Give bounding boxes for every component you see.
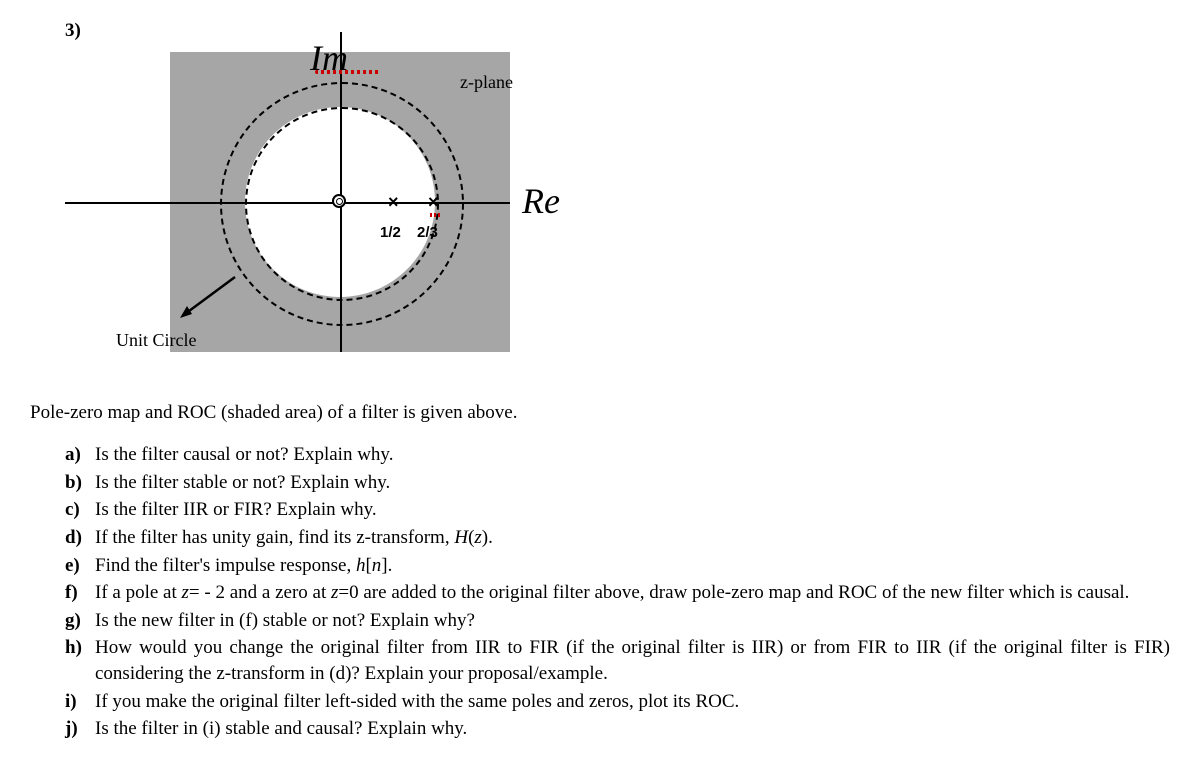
question-text: Is the filter in (i) stable and causal? … [95, 718, 467, 739]
question-list: a) Is the filter causal or not? Explain w… [65, 442, 1170, 742]
question-i: i) If you make the original filter left-s… [65, 689, 1170, 715]
question-d: d) If the filter has unity gain, find its… [65, 525, 1170, 551]
diagram-description: Pole-zero map and ROC (shaded area) of a… [30, 402, 1170, 424]
question-f: f) If a pole at z= - 2 and a zero at z=0 … [65, 580, 1170, 606]
question-letter: i) [65, 689, 77, 715]
real-axis-left [65, 202, 170, 204]
pole-label-two-thirds: 2/3 [417, 224, 438, 241]
question-j: j) Is the filter in (i) stable and causal… [65, 716, 1170, 742]
question-number: 3) [65, 20, 1170, 42]
zplane-label: z-plane [460, 72, 513, 93]
question-a: a) Is the filter causal or not? Explain w… [65, 442, 1170, 468]
question-letter: j) [65, 716, 78, 742]
question-letter: e) [65, 553, 80, 579]
question-text: Is the filter causal or not? Explain why… [95, 444, 393, 465]
im-text: Im [310, 38, 348, 78]
question-text: If a pole at z= - 2 and a zero at z=0 ar… [95, 582, 1129, 603]
question-letter: g) [65, 608, 81, 634]
pole-marker-2: × [428, 192, 439, 213]
unit-circle-label: Unit Circle [116, 330, 196, 351]
imaginary-axis-label: Im [310, 40, 380, 74]
question-text: How would you change the original filter… [95, 637, 1170, 684]
zero-at-origin-icon [332, 194, 346, 208]
question-h: h) How would you change the original filt… [65, 635, 1170, 686]
real-axis-label: Re [522, 180, 560, 222]
pole-label-half: 1/2 [380, 224, 401, 241]
question-letter: a) [65, 442, 81, 468]
imaginary-axis [340, 32, 342, 352]
question-b: b) Is the filter stable or not? Explain w… [65, 470, 1170, 496]
question-text: Is the filter IIR or FIR? Explain why. [95, 499, 377, 520]
question-letter: h) [65, 635, 82, 661]
question-text: If the filter has unity gain, find its z… [95, 527, 493, 548]
question-letter: f) [65, 580, 78, 606]
question-text: If you make the original filter left-sid… [95, 691, 739, 712]
unit-circle-arrow-icon [170, 272, 240, 322]
question-g: g) Is the new filter in (f) stable or not… [65, 608, 1170, 634]
pole-marker-1: × [388, 192, 399, 213]
question-c: c) Is the filter IIR or FIR? Explain why. [65, 497, 1170, 523]
pole-zero-diagram: × × 1/2 2/3 z-plane Im Re Unit Circle [110, 52, 670, 372]
question-text: Is the filter stable or not? Explain why… [95, 472, 390, 493]
question-text: Find the filter's impulse response, h[n]… [95, 555, 392, 576]
question-letter: b) [65, 470, 82, 496]
question-letter: d) [65, 525, 82, 551]
question-letter: c) [65, 497, 80, 523]
question-text: Is the new filter in (f) stable or not? … [95, 610, 475, 631]
question-e: e) Find the filter's impulse response, h[… [65, 553, 1170, 579]
